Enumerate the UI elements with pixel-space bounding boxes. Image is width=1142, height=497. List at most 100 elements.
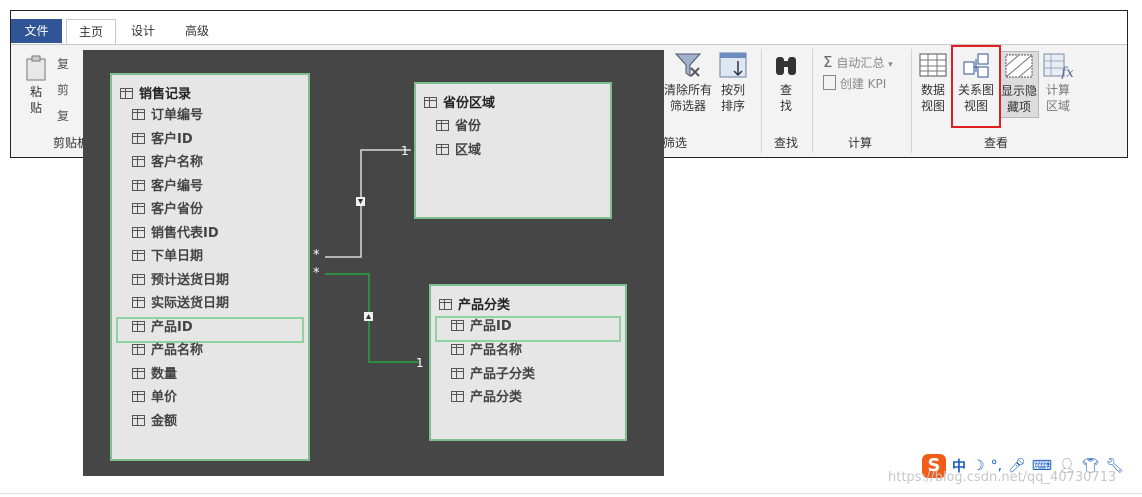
field-item[interactable]: 数量 [132,364,177,386]
create-kpi-label: 创建 KPI [839,77,887,91]
sort-label-1: 按列 [720,83,745,97]
table-icon [120,88,133,99]
field-item[interactable]: 实际送货日期 [132,293,229,315]
column-icon [451,391,464,402]
paste-button[interactable]: 粘 贴 [21,55,51,116]
clipboard-small-1[interactable]: 复 [57,55,69,72]
table-card-sales[interactable]: 销售记录 订单编号 客户ID 客户名称 客户编号 客户省份 销售代表ID 下单日… [110,73,310,461]
create-kpi-button[interactable]: 创建 KPI [823,75,886,92]
filter-group-label: 筛选 [663,136,688,150]
column-icon [132,156,145,167]
cardinality-many: * [313,266,320,281]
cardinality-one: 1 [416,356,424,370]
table-icon [439,299,452,310]
find-group-label: 查找 [774,136,799,150]
column-icon [132,321,145,332]
column-icon [451,368,464,379]
field-item-selected[interactable]: 产品ID [435,316,621,342]
find-button[interactable]: 查 找 [769,51,803,114]
clipboard-small-2[interactable]: 剪 [57,81,69,98]
column-icon [436,120,449,131]
field-item[interactable]: 产品名称 [451,340,522,362]
field-item[interactable]: 区域 [436,140,481,162]
cardinality-one: 1 [401,144,409,158]
column-icon [132,203,145,214]
field-item[interactable]: 预计送货日期 [132,270,229,292]
relationship-line-province[interactable] [325,149,411,258]
show-hidden-label-2: 藏项 [1006,100,1031,114]
show-hidden-label-1: 显示隐 [1000,84,1037,98]
field-item[interactable]: 客户ID [132,129,193,151]
column-icon [451,320,464,331]
column-icon [132,227,145,238]
watermark: https://blog.csdn.net/qq_40730713 [888,470,1117,485]
cardinality-many: * [313,248,320,263]
column-icon [451,344,464,355]
field-item[interactable]: 省份 [436,116,481,138]
field-item[interactable]: 订单编号 [132,105,203,127]
field-item[interactable]: 客户省份 [132,199,203,221]
field-item[interactable]: 销售代表ID [132,223,219,245]
data-view-label-2: 视图 [920,99,945,113]
tab-design[interactable]: 设计 [119,19,167,43]
table-title: 销售记录 [120,83,191,102]
tab-home[interactable]: 主页 [66,19,116,44]
sort-column-icon [719,52,747,78]
data-view-button[interactable]: 数据 视图 [917,53,949,114]
show-hidden-button[interactable]: 显示隐 藏项 [999,51,1039,118]
table-title: 省份区域 [424,92,495,111]
sort-by-column-button[interactable]: 按列 排序 [715,51,751,114]
paste-label-2: 贴 [29,101,42,115]
data-view-label-1: 数据 [920,83,945,97]
diagram-canvas: * 1 * 1 销售记录 订单编号 客户ID 客户名称 客户编号 客户省份 销售… [83,50,664,476]
table-card-product[interactable]: 产品分类 产品ID 产品名称 产品子分类 产品分类 [429,284,627,441]
field-item[interactable]: 单价 [132,387,177,409]
sigma-icon: Σ [823,53,833,71]
table-title: 产品分类 [439,294,510,313]
autosum-label: 自动汇总 [836,56,885,70]
table-icon [424,97,437,108]
clear-all-label-1: 清除所有 [663,83,712,97]
separator [911,49,912,153]
find-label-2: 找 [779,99,792,113]
find-label-1: 查 [779,83,792,97]
column-icon [436,144,449,155]
view-group-label: 查看 [984,136,1009,150]
calc-area-label-1: 计算 [1045,83,1070,97]
svg-text:fx: fx [1060,65,1073,79]
clipboard-small-3[interactable]: 复 [57,107,69,124]
column-icon [132,133,145,144]
column-icon [132,344,145,355]
field-item[interactable]: 客户名称 [132,152,203,174]
column-icon [132,391,145,402]
hatched-grid-icon [1005,54,1033,78]
field-item[interactable]: 产品分类 [451,387,522,409]
table-card-province[interactable]: 省份区域 省份 区域 [414,82,612,219]
binoculars-icon [776,57,796,75]
sort-label-2: 排序 [720,99,745,113]
field-item[interactable]: 产品子分类 [451,364,535,386]
clipboard-icon [26,55,46,81]
autosum-button[interactable]: Σ 自动汇总 ▾ [823,53,893,71]
field-item[interactable]: 下单日期 [132,246,203,268]
column-icon [132,274,145,285]
divider [0,493,1142,494]
clear-all-label-2: 筛选器 [669,99,706,113]
column-icon [132,297,145,308]
grid-table-icon [919,53,947,77]
column-icon [132,180,145,191]
column-icon [132,415,145,426]
chevron-down-icon: ▾ [888,60,893,70]
column-icon [132,109,145,120]
kpi-icon [823,75,836,90]
column-icon [132,368,145,379]
field-item[interactable]: 客户编号 [132,176,203,198]
field-item[interactable]: 产品名称 [132,340,203,362]
clear-filter-icon [674,53,702,77]
clear-all-filters-button[interactable]: 清除所有 筛选器 [661,51,715,114]
field-item[interactable]: 金额 [132,411,177,433]
separator [761,49,762,153]
tab-advanced[interactable]: 高级 [173,19,221,43]
calc-area-button[interactable]: fx 计算 区域 [1041,53,1075,114]
tab-file[interactable]: 文件 [11,19,62,43]
